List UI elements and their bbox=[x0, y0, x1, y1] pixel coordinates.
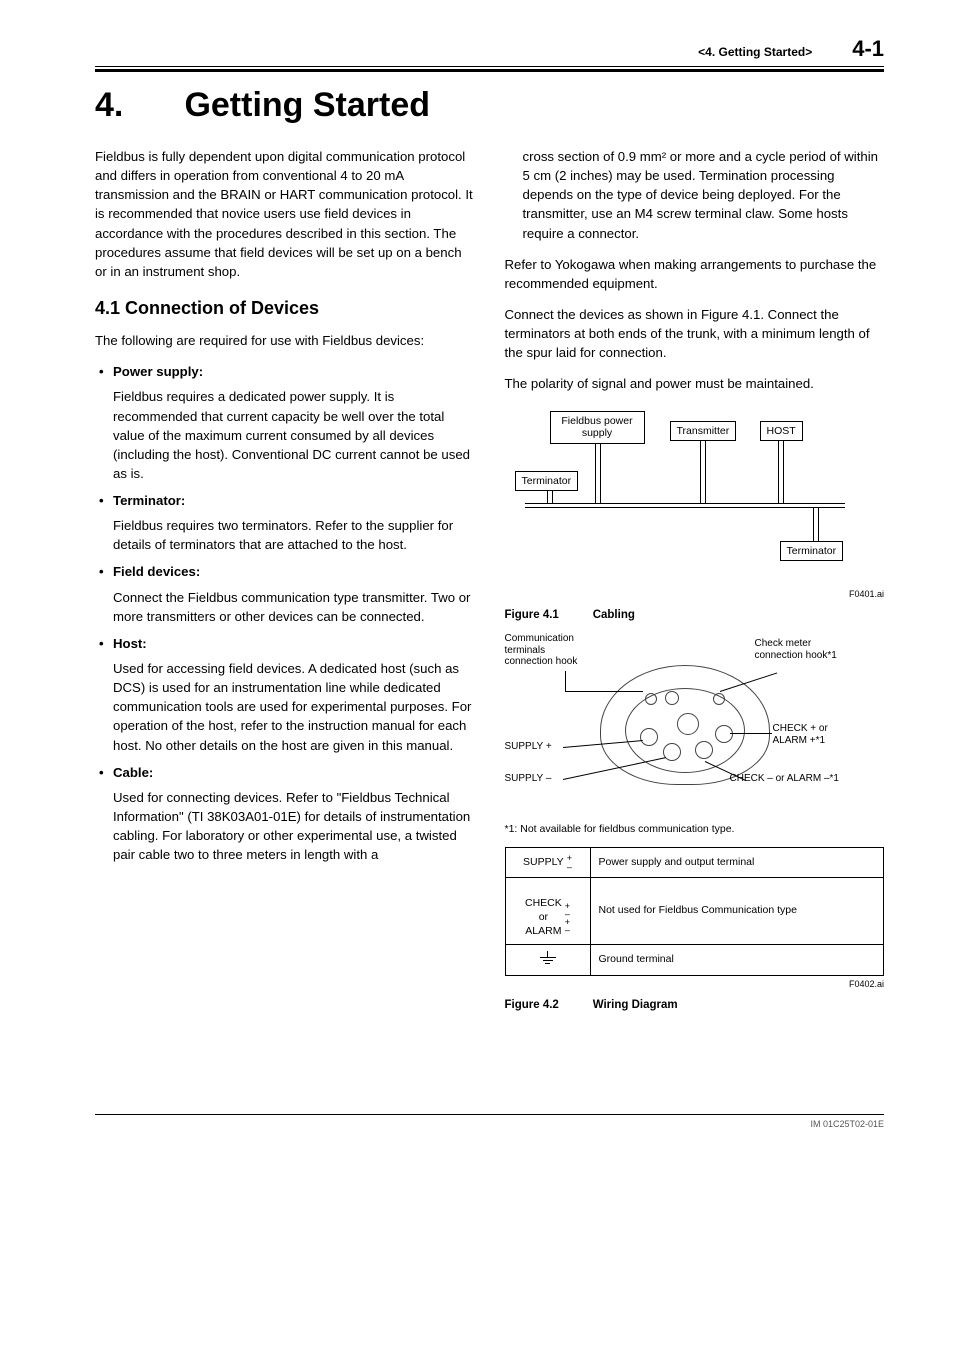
plus-minus-icon: +– bbox=[567, 854, 572, 870]
figure-number: Figure 4.1 bbox=[505, 607, 590, 624]
label-comm-terminals: Communication terminals connection hook bbox=[505, 633, 578, 668]
term-check-alarm-desc: Not used for Fieldbus Communication type bbox=[590, 877, 884, 945]
node-transmitter: Transmitter bbox=[670, 421, 737, 442]
node-terminator-right: Terminator bbox=[780, 541, 844, 562]
label-check-meter: Check meter connection hook*1 bbox=[755, 638, 837, 661]
term-supply-desc: Power supply and output terminal bbox=[590, 848, 884, 877]
chapter-title: 4. Getting Started bbox=[95, 86, 884, 125]
bullet-body: Used for connecting devices. Refer to "F… bbox=[113, 788, 475, 865]
label-check-plus: CHECK + or ALARM +*1 bbox=[773, 723, 828, 746]
term-ground-desc: Ground terminal bbox=[590, 945, 884, 976]
table-row: CHECK or ALARM+–+– Not used for Fieldbus… bbox=[505, 877, 884, 945]
node-fieldbus-power-supply: Fieldbus power supply bbox=[550, 411, 645, 444]
cable-continuation: cross section of 0.9 mm² or more and a c… bbox=[523, 147, 885, 243]
section-4-1-heading: 4.1 Connection of Devices bbox=[95, 295, 475, 321]
chapter-title-text: Getting Started bbox=[184, 86, 430, 124]
figure-title: Cabling bbox=[593, 609, 635, 621]
bullet-body: Fieldbus requires a dedicated power supp… bbox=[113, 387, 475, 483]
term-check-alarm-label: CHECK or ALARM+–+– bbox=[505, 877, 590, 945]
page-number: 4-1 bbox=[852, 36, 884, 62]
term-name: CHECK or ALARM bbox=[525, 897, 562, 938]
bullet-head: Field devices: bbox=[113, 562, 475, 581]
right-column: cross section of 0.9 mm² or more and a c… bbox=[505, 147, 885, 1024]
term-supply-label: SUPPLY+– bbox=[505, 848, 590, 877]
figure-4-2-ref: F0402.ai bbox=[505, 978, 885, 991]
figure-number: Figure 4.2 bbox=[505, 997, 590, 1014]
bullet-head: Power supply: bbox=[113, 362, 475, 381]
left-column: Fieldbus is fully dependent upon digital… bbox=[95, 147, 475, 1024]
bullet-body: Fieldbus requires two terminators. Refer… bbox=[113, 516, 475, 554]
footer-rule bbox=[95, 1114, 884, 1115]
figure-4-1-diagram: Fieldbus power supply Transmitter HOST T… bbox=[505, 406, 885, 586]
bullet-body: Used for accessing field devices. A dedi… bbox=[113, 659, 475, 755]
figure-4-2-caption: Figure 4.2 Wiring Diagram bbox=[505, 997, 885, 1014]
bullet-cable: Cable: Used for connecting devices. Refe… bbox=[113, 763, 475, 865]
term-ground-label bbox=[505, 945, 590, 976]
section-4-1-lead: The following are required for use with … bbox=[95, 331, 475, 350]
right-para-3: The polarity of signal and power must be… bbox=[505, 374, 885, 393]
term-name: SUPPLY bbox=[523, 856, 564, 868]
intro-paragraph: Fieldbus is fully dependent upon digital… bbox=[95, 147, 475, 281]
bullet-field-devices: Field devices: Connect the Fieldbus comm… bbox=[113, 562, 475, 625]
figure-4-1-caption: Figure 4.1 Cabling bbox=[505, 607, 885, 624]
label-supply-plus: SUPPLY + bbox=[505, 741, 552, 753]
right-para-2: Connect the devices as shown in Figure 4… bbox=[505, 305, 885, 362]
bullet-body: Connect the Fieldbus communication type … bbox=[113, 588, 475, 626]
figure-4-1-ref: F0401.ai bbox=[505, 588, 885, 601]
terminal-table: SUPPLY+– Power supply and output termina… bbox=[505, 847, 885, 975]
plus-minus-icon: +–+– bbox=[565, 902, 570, 934]
header-breadcrumb: <4. Getting Started> bbox=[698, 45, 812, 59]
bullet-head: Host: bbox=[113, 634, 475, 653]
bullet-host: Host: Used for accessing field devices. … bbox=[113, 634, 475, 755]
label-check-minus: CHECK – or ALARM –*1 bbox=[730, 773, 840, 785]
node-host: HOST bbox=[760, 421, 803, 442]
node-terminator-left: Terminator bbox=[515, 471, 579, 492]
right-para-1: Refer to Yokogawa when making arrangemen… bbox=[505, 255, 885, 293]
table-row: Ground terminal bbox=[505, 945, 884, 976]
document-id: IM 01C25T02-01E bbox=[95, 1119, 884, 1129]
figure-4-2-diagram: Communication terminals connection hook … bbox=[505, 633, 885, 818]
bullet-head: Terminator: bbox=[113, 491, 475, 510]
figure-4-2-footnote: *1: Not available for fieldbus communica… bbox=[505, 822, 885, 837]
figure-title: Wiring Diagram bbox=[593, 999, 678, 1011]
table-row: SUPPLY+– Power supply and output termina… bbox=[505, 848, 884, 877]
bullet-power-supply: Power supply: Fieldbus requires a dedica… bbox=[113, 362, 475, 483]
header-rule-thin bbox=[95, 66, 884, 67]
bullet-head: Cable: bbox=[113, 763, 475, 782]
bullet-terminator: Terminator: Fieldbus requires two termin… bbox=[113, 491, 475, 554]
ground-icon bbox=[540, 951, 556, 964]
label-supply-minus: SUPPLY – bbox=[505, 773, 552, 785]
header-rule-thick bbox=[95, 69, 884, 72]
chapter-number: 4. bbox=[95, 86, 175, 125]
